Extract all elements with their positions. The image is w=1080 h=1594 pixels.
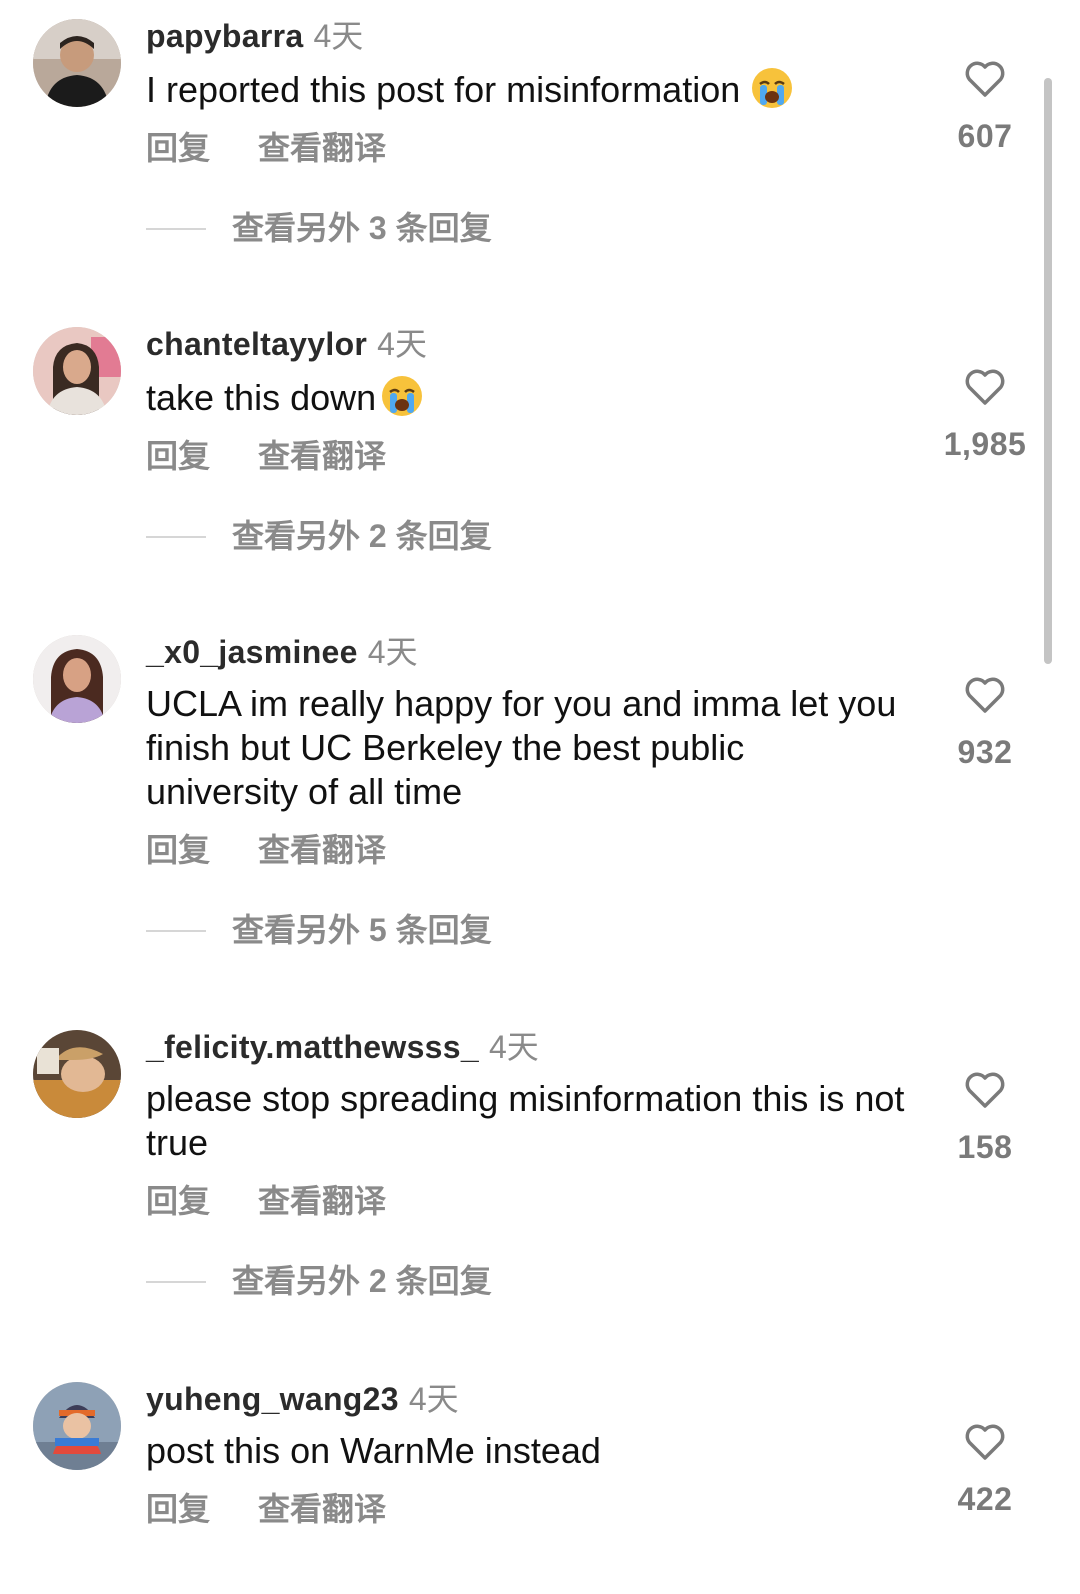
comment-content: _x0_jasminee 4天 UCLA im really happy for … — [146, 632, 906, 950]
comment-content: yuheng_wang23 4天 post this on WarnMe inst… — [146, 1379, 906, 1529]
comment-actions: 回复 查看翻译 — [146, 830, 906, 870]
scrollbar[interactable] — [1044, 78, 1052, 664]
timestamp: 4天 — [408, 1381, 459, 1417]
reply-button[interactable]: 回复 — [146, 128, 210, 168]
replies-divider — [146, 536, 206, 538]
comment-header: _felicity.matthewsss_ 4天 — [146, 1027, 906, 1067]
see-translation-button[interactable]: 查看翻译 — [258, 436, 386, 476]
like-count: 932 — [957, 734, 1013, 770]
comment-content: _felicity.matthewsss_ 4天 please stop spre… — [146, 1027, 906, 1301]
comment-header: papybarra 4天 — [146, 16, 906, 56]
avatar-image — [33, 1030, 121, 1118]
loudly-crying-face-icon — [750, 66, 794, 110]
comment-text: please stop spreading misinformation thi… — [146, 1077, 906, 1165]
avatar[interactable] — [33, 1030, 121, 1118]
comment-actions: 回复 查看翻译 — [146, 436, 906, 476]
comment-text-value: please stop spreading misinformation thi… — [146, 1078, 905, 1163]
like-area: 607 — [930, 54, 1040, 156]
view-more-replies-button[interactable]: 查看另外 2 条回复 — [146, 516, 906, 556]
comment-text-value: take this down — [146, 377, 377, 418]
like-area: 158 — [930, 1065, 1040, 1167]
comment-actions: 回复 查看翻译 — [146, 1489, 906, 1529]
replies-divider — [146, 930, 206, 932]
avatar[interactable] — [33, 635, 121, 723]
see-translation-button[interactable]: 查看翻译 — [258, 128, 386, 168]
comment-actions: 回复 查看翻译 — [146, 1181, 906, 1221]
comment-text: I reported this post for misinformation — [146, 66, 906, 112]
comment-content: papybarra 4天 I reported this post for mis… — [146, 16, 906, 248]
avatar-image — [33, 19, 121, 107]
like-count: 422 — [957, 1481, 1013, 1517]
comment-list: papybarra 4天 I reported this post for mis… — [0, 0, 1080, 1594]
username[interactable]: _felicity.matthewsss_ — [146, 1029, 479, 1065]
username[interactable]: yuheng_wang23 — [146, 1381, 399, 1417]
comment-header: _x0_jasminee 4天 — [146, 632, 906, 672]
reply-button[interactable]: 回复 — [146, 1489, 210, 1529]
like-area: 932 — [930, 670, 1040, 772]
comment-header: chanteltayylor 4天 — [146, 324, 906, 364]
like-area: 422 — [930, 1417, 1040, 1519]
reply-button[interactable]: 回复 — [146, 830, 210, 870]
avatar-image — [33, 1382, 121, 1470]
comment-text-value: UCLA im really happy for you and imma le… — [146, 683, 897, 812]
avatar-image — [33, 635, 121, 723]
like-count: 158 — [957, 1129, 1013, 1165]
view-more-replies-label: 查看另外 5 条回复 — [232, 912, 492, 948]
replies-divider — [146, 228, 206, 230]
timestamp: 4天 — [488, 1029, 539, 1065]
comment-header: yuheng_wang23 4天 — [146, 1379, 906, 1419]
avatar[interactable] — [33, 1382, 121, 1470]
see-translation-button[interactable]: 查看翻译 — [258, 1489, 386, 1529]
reply-button[interactable]: 回复 — [146, 1181, 210, 1221]
reply-button[interactable]: 回复 — [146, 436, 210, 476]
heart-outline-icon[interactable] — [961, 54, 1009, 102]
avatar-image — [33, 327, 121, 415]
like-area: 1,985 — [930, 362, 1040, 464]
see-translation-button[interactable]: 查看翻译 — [258, 830, 386, 870]
comment-actions: 回复 查看翻译 — [146, 128, 906, 168]
see-translation-button[interactable]: 查看翻译 — [258, 1181, 386, 1221]
username[interactable]: chanteltayylor — [146, 326, 367, 362]
timestamp: 4天 — [313, 18, 364, 54]
comment-text-value: post this on WarnMe instead — [146, 1430, 601, 1471]
comment-text: UCLA im really happy for you and imma le… — [146, 682, 906, 814]
username[interactable]: papybarra — [146, 18, 303, 54]
view-more-replies-label: 查看另外 3 条回复 — [232, 210, 492, 246]
comment-text-value: I reported this post for misinformation — [146, 69, 741, 110]
view-more-replies-button[interactable]: 查看另外 3 条回复 — [146, 208, 906, 248]
view-more-replies-button[interactable]: 查看另外 2 条回复 — [146, 1261, 906, 1301]
comment-text: take this down — [146, 374, 906, 420]
timestamp: 4天 — [367, 634, 418, 670]
view-more-replies-label: 查看另外 2 条回复 — [232, 1263, 492, 1299]
view-more-replies-label: 查看另外 2 条回复 — [232, 518, 492, 554]
replies-divider — [146, 1281, 206, 1283]
avatar[interactable] — [33, 327, 121, 415]
username[interactable]: _x0_jasminee — [146, 634, 358, 670]
loudly-crying-face-icon — [380, 374, 424, 418]
like-count: 607 — [957, 118, 1013, 154]
heart-outline-icon[interactable] — [961, 1417, 1009, 1465]
avatar[interactable] — [33, 19, 121, 107]
view-more-replies-button[interactable]: 查看另外 5 条回复 — [146, 910, 906, 950]
comment-content: chanteltayylor 4天 take this down 回复 查看翻译 查… — [146, 324, 906, 556]
heart-outline-icon[interactable] — [961, 1065, 1009, 1113]
comment-text: post this on WarnMe instead — [146, 1429, 906, 1473]
timestamp: 4天 — [377, 326, 427, 362]
heart-outline-icon[interactable] — [961, 670, 1009, 718]
heart-outline-icon[interactable] — [961, 362, 1009, 410]
like-count: 1,985 — [943, 426, 1027, 462]
